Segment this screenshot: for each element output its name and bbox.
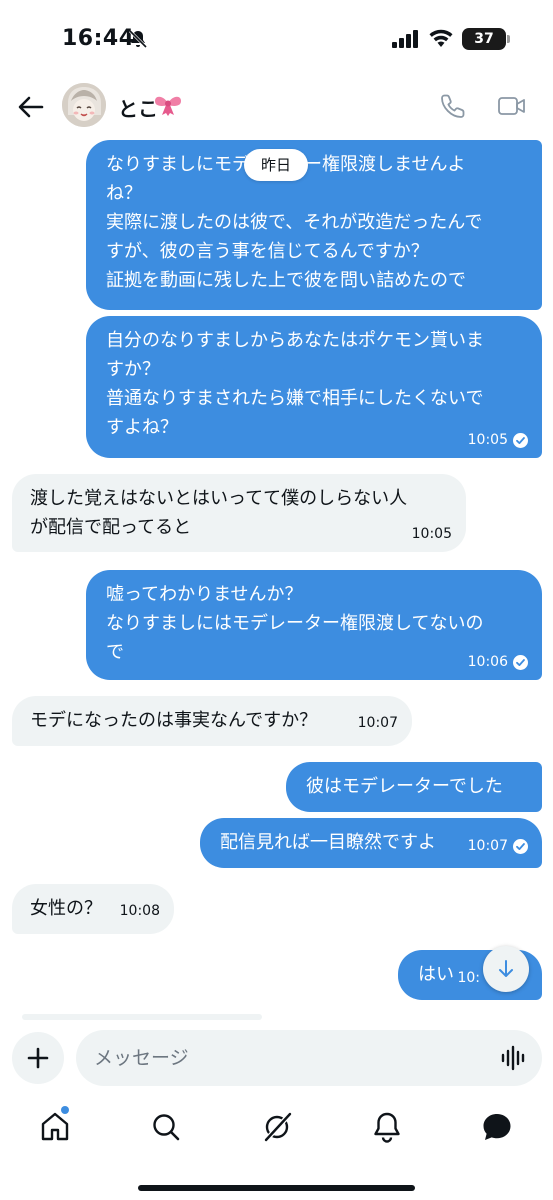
battery-tip [507,35,510,43]
read-check-icon [513,838,528,854]
message-incoming[interactable]: 渡した覚えはないとはいってて僕のしらない人 が配信で配ってると 10:05 [12,474,466,552]
plus-icon [27,1047,49,1069]
read-check-icon [513,432,528,448]
message-text-line: 実際に渡したのは彼で、それが改造だったんで [106,212,483,233]
message-text-line: 自分のなりすましからあなたはポケモン貰いま [106,330,484,351]
message-time: 10: [457,970,480,986]
message-text-line: 嘘ってわかりませんか？ [106,584,303,605]
message-time: 10:06 [467,654,508,670]
message-meta: 10:08 [120,903,160,919]
message-text-line: モデになったのは事実なんですか？ [30,710,318,731]
battery-level: 37 [462,28,506,50]
message-text-line: 証拠を動画に残した上で彼を問い詰めたので [106,270,466,291]
message-text-line: 普通なりすまされたら嫌で相手にしたくないで [106,388,484,409]
status-bar: 16:44 37 [0,0,553,80]
status-time: 16:44 [62,26,135,51]
grok-icon[interactable] [260,1110,294,1144]
message-time: 10:05 [467,432,508,448]
bell-off-icon [128,29,148,49]
search-icon[interactable] [149,1110,183,1144]
message-outgoing[interactable]: 彼はモデレーターでした [286,762,542,812]
message-text-line: で [106,642,124,663]
date-separator: 昨日 [244,149,308,181]
message-meta: 10: [457,970,480,986]
message-text-line: 渡した覚えはないとはいってて僕のしらない人 [30,488,408,509]
message-time: 10:05 [411,526,452,542]
message-incoming[interactable]: モデになったのは事実なんですか？ 10:07 [12,696,412,746]
message-text-line: が配信で配ってると [30,517,192,538]
message-outgoing[interactable]: 嘘ってわかりませんか？ なりすましにはモデレーター権限渡してないの で 10:0… [86,570,542,680]
message-text-line: すよね？ [106,417,178,438]
message-time: 10:08 [119,903,160,919]
message-outgoing[interactable]: 自分のなりすましからあなたはポケモン貰いま すか？ 普通なりすまされたら嫌で相手… [86,316,542,458]
message-meta: 10:07 [468,838,528,854]
scroll-to-bottom-button[interactable] [483,946,529,992]
message-outgoing[interactable]: なりすましにモデレーター権限渡しませんよ ね？ 実際に渡したのは彼で、それが改造… [86,140,542,310]
phone-icon[interactable] [440,93,466,119]
message-meta: 10:05 [468,432,528,448]
partial-message-edge [22,1014,262,1020]
message-meta: 10:06 [468,654,528,670]
contact-name[interactable]: とこ [118,93,158,122]
message-text-line: すが、彼の言う事を信じてるんですか？ [106,241,429,262]
message-meta: 10:05 [412,526,452,542]
bow-icon [155,96,181,116]
back-arrow-icon[interactable] [16,92,46,122]
message-input[interactable] [94,1042,474,1074]
message-outgoing[interactable]: 配信見れば一目瞭然ですよ 10:07 [200,818,542,868]
message-composer [76,1030,542,1086]
messages-icon[interactable] [480,1110,514,1144]
signal-icon [392,30,418,48]
voice-wave-icon[interactable] [500,1045,528,1071]
message-time: 10:07 [357,715,398,731]
message-meta: 10:07 [358,715,398,731]
add-attachment-button[interactable] [12,1032,64,1084]
message-text-line: なりすましにはモデレーター権限渡してないの [106,613,484,634]
message-text-line: なりすましにモデレーター権限渡しませんよ [106,150,526,179]
conversation-header: とこ [0,80,553,136]
avatar-image [62,83,106,127]
message-text-line: すか？ [106,359,160,380]
video-camera-icon[interactable] [497,94,527,118]
read-check-icon [513,654,528,670]
avatar[interactable] [62,83,106,127]
bell-icon[interactable] [370,1110,404,1144]
home-indicator [138,1185,415,1191]
arrow-down-icon [499,960,513,977]
wifi-icon [429,29,453,47]
notification-dot [61,1106,69,1114]
message-incoming[interactable]: 女性の？ 10:08 [12,884,174,934]
home-icon[interactable] [38,1110,72,1144]
message-time: 10:07 [467,838,508,854]
message-text-line: 彼はモデレーターでした [306,776,503,797]
message-text-line: ね？ [106,183,142,204]
